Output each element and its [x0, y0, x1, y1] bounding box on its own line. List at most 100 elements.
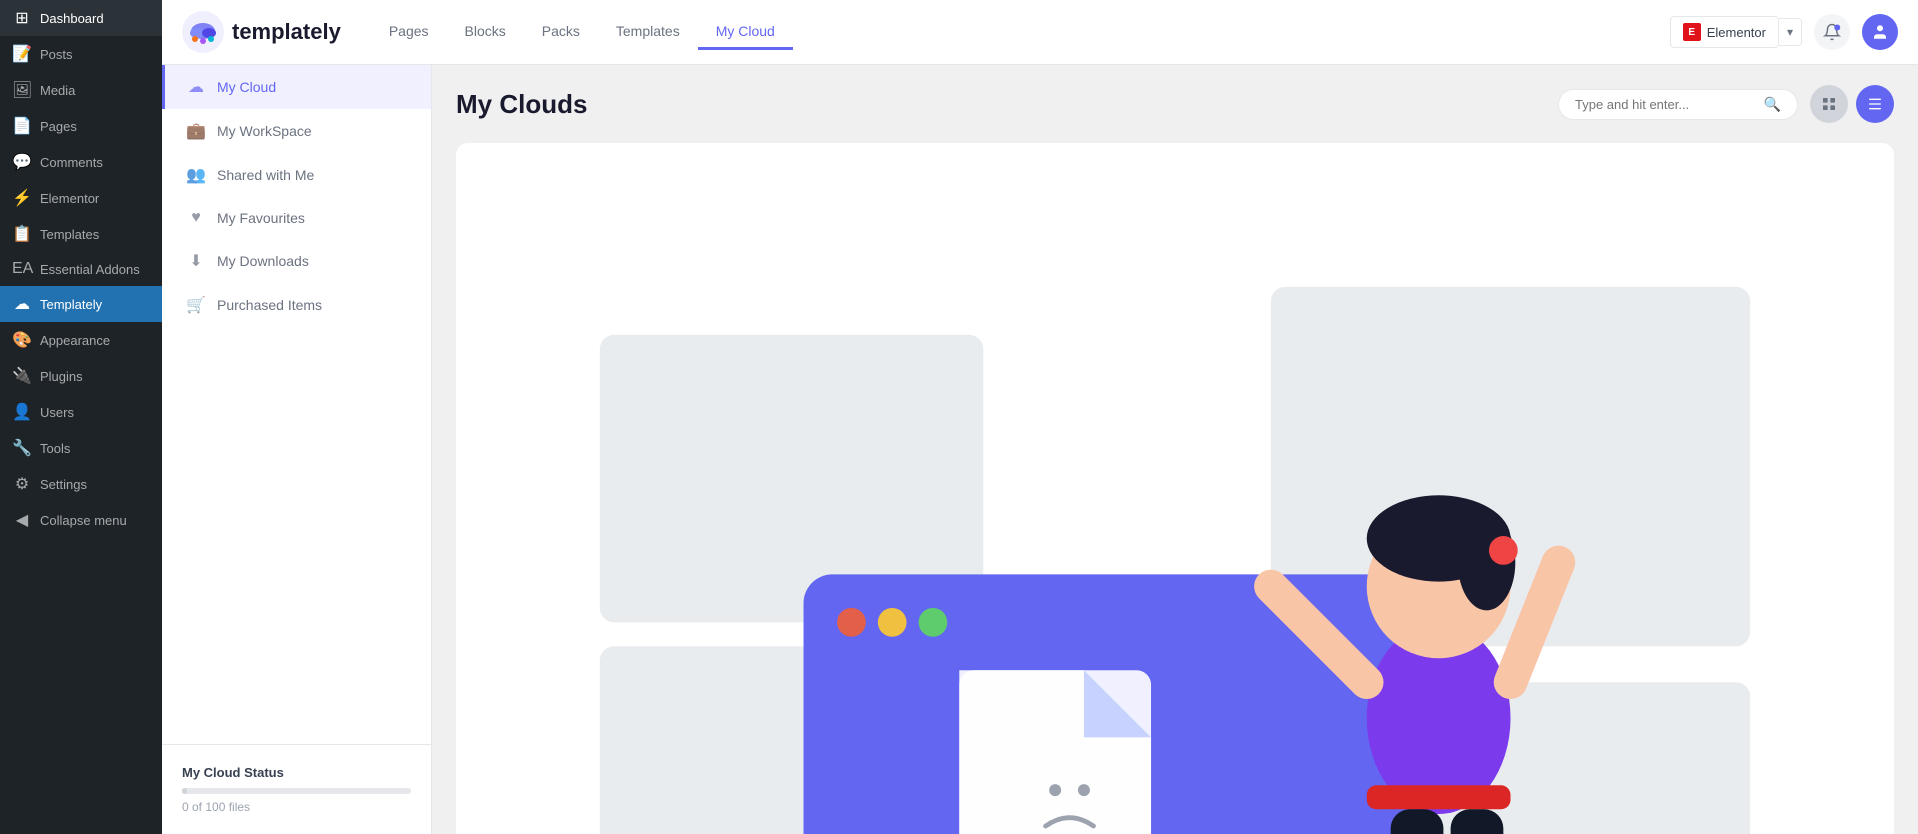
search-icon[interactable]: 🔍	[1764, 96, 1781, 113]
nav-link-my-cloud[interactable]: My Cloud	[698, 15, 793, 50]
templately-logo-icon	[182, 11, 224, 53]
elementor-dropdown-btn[interactable]: ▾	[1779, 18, 1802, 46]
wp-sidebar-icon: 🔌	[12, 366, 32, 386]
wp-sidebar-item-plugins[interactable]: 🔌 Plugins	[0, 358, 162, 394]
search-bar[interactable]: 🔍	[1558, 89, 1798, 120]
wp-sidebar-item-media[interactable]: 🖼 Media	[0, 72, 162, 108]
wp-sidebar-item-essential-addons[interactable]: EA Essential Addons	[0, 252, 162, 286]
wp-sidebar-item-users[interactable]: 👤 Users	[0, 394, 162, 430]
wp-sidebar-item-posts[interactable]: 📝Posts	[0, 36, 162, 72]
elementor-logo: E	[1683, 23, 1701, 41]
panel-controls: 🔍	[1558, 85, 1894, 123]
plugin-sidebar-icon: 💼	[185, 121, 207, 141]
user-icon	[1871, 23, 1889, 41]
wp-sidebar-label: Media	[40, 83, 75, 98]
cloud-status-text: 0 of 100 files	[182, 800, 411, 814]
wp-sidebar-item-tools[interactable]: 🔧 Tools	[0, 430, 162, 466]
wp-sidebar-label: Essential Addons	[40, 262, 140, 277]
plugin-sidebar-item-my-workspace[interactable]: 💼 My WorkSpace	[162, 109, 431, 153]
wp-sidebar-item-collapse-menu[interactable]: ◀ Collapse menu	[0, 502, 162, 538]
wp-sidebar-label: Dashboard	[40, 11, 104, 26]
plugin-sidebar-item-my-favourites[interactable]: ♥ My Favourites	[162, 197, 431, 239]
wp-sidebar-icon: ⚙	[12, 474, 32, 494]
wp-sidebar-icon: 👤	[12, 402, 32, 422]
view-toggle	[1810, 85, 1894, 123]
wp-sidebar-icon: 💬	[12, 152, 32, 172]
plugin-sidebar-item-shared-with-me[interactable]: 👥 Shared with Me	[162, 153, 431, 197]
grid-icon	[1821, 96, 1837, 112]
wp-sidebar-label: Appearance	[40, 333, 110, 348]
wp-sidebar-icon: ☁	[12, 294, 32, 314]
wp-sidebar-item-templately[interactable]: ☁ Templately	[0, 286, 162, 322]
top-nav: templately PagesBlocksPacksTemplatesMy C…	[162, 0, 1918, 65]
wp-sidebar-item-appearance[interactable]: 🎨 Appearance	[0, 322, 162, 358]
grid-view-btn[interactable]	[1810, 85, 1848, 123]
logo-area: templately	[182, 11, 341, 53]
elementor-label: Elementor	[1707, 25, 1766, 40]
plugin-sidebar-label: My Cloud	[217, 79, 276, 95]
wp-sidebar-item-comments[interactable]: 💬 Comments	[0, 144, 162, 180]
wp-sidebar-item-elementor[interactable]: ⚡ Elementor	[0, 180, 162, 216]
progress-bar-fill	[182, 788, 187, 794]
wp-admin-sidebar: ⊞ Dashboard 📝Posts 🖼 Media 📄 Pages 💬 Comments ⚡ El…	[0, 0, 162, 834]
wp-sidebar-icon: ⊞	[12, 8, 32, 28]
plugin-sidebar-label: My WorkSpace	[217, 123, 312, 139]
plugin-sidebar-label: My Favourites	[217, 210, 305, 226]
nav-link-packs[interactable]: Packs	[524, 15, 598, 50]
wp-sidebar-label: Templately	[40, 297, 102, 312]
list-icon	[1867, 96, 1883, 112]
cloud-status-section: My Cloud Status 0 of 100 files	[162, 744, 431, 834]
wp-sidebar-item-settings[interactable]: ⚙ Settings	[0, 466, 162, 502]
wp-sidebar-label: Templates	[40, 227, 99, 242]
wp-sidebar-icon: 🔧	[12, 438, 32, 458]
plugin-sidebar-item-purchased-items[interactable]: 🛒 Purchased Items	[162, 283, 431, 327]
plugin-sidebar-label: My Downloads	[217, 253, 309, 269]
wp-sidebar-label: Collapse menu	[40, 513, 127, 528]
wp-sidebar-icon: 🎨	[12, 330, 32, 350]
plugin-sidebar-icon: ☁	[185, 77, 207, 97]
plugin-sidebar-item-my-cloud[interactable]: ☁ My Cloud	[162, 65, 431, 109]
wp-sidebar-item-dashboard[interactable]: ⊞ Dashboard	[0, 0, 162, 36]
plugin-sidebar-icon: ♥	[185, 209, 207, 227]
plugin-sidebar-label: Shared with Me	[217, 167, 314, 183]
user-avatar[interactable]	[1862, 14, 1898, 50]
nav-link-blocks[interactable]: Blocks	[447, 15, 524, 50]
notification-btn[interactable]	[1814, 14, 1850, 50]
wp-sidebar-label: Pages	[40, 119, 77, 134]
progress-bar-bg	[182, 788, 411, 794]
nav-link-pages[interactable]: Pages	[371, 15, 447, 50]
main-panel: My Clouds 🔍	[432, 65, 1918, 834]
elementor-selector[interactable]: E Elementor ▾	[1670, 16, 1802, 48]
list-view-btn[interactable]	[1856, 85, 1894, 123]
panel-header: My Clouds 🔍	[456, 85, 1894, 123]
wp-sidebar-icon: ⚡	[12, 188, 32, 208]
elementor-button[interactable]: E Elementor	[1670, 16, 1779, 48]
nav-link-templates[interactable]: Templates	[598, 15, 698, 50]
wp-sidebar-item-templates[interactable]: 📋Templates	[0, 216, 162, 252]
plugin-sidebar-icon: 👥	[185, 165, 207, 185]
wp-sidebar-label: Settings	[40, 477, 87, 492]
plugin-sidebar-item-my-downloads[interactable]: ⬇ My Downloads	[162, 239, 431, 283]
wp-sidebar-item-pages[interactable]: 📄 Pages	[0, 108, 162, 144]
wp-sidebar-icon: ◀	[12, 510, 32, 530]
wp-sidebar-icon: 📝	[12, 44, 32, 64]
nav-links: PagesBlocksPacksTemplatesMy Cloud	[371, 15, 1670, 49]
wp-sidebar-label: Tools	[40, 441, 70, 456]
wp-sidebar-label: Comments	[40, 155, 103, 170]
cloud-status-title: My Cloud Status	[182, 765, 411, 780]
empty-state-card: Sorry, No Item	[456, 143, 1894, 834]
wp-sidebar-icon: 📄	[12, 116, 32, 136]
plugin-sidebar-label: Purchased Items	[217, 297, 322, 313]
main-area: templately PagesBlocksPacksTemplatesMy C…	[162, 0, 1918, 834]
plugin-sidebar-icon: ⬇	[185, 251, 207, 271]
wp-sidebar-icon: 🖼	[12, 80, 32, 100]
wp-sidebar-label: Plugins	[40, 369, 83, 384]
search-input[interactable]	[1575, 97, 1756, 112]
wp-sidebar-label: Users	[40, 405, 74, 420]
notification-icon	[1823, 23, 1841, 41]
content-area: ☁ My Cloud 💼 My WorkSpace 👥 Shared with Me ♥ My…	[162, 65, 1918, 834]
plugin-sidebar-icon: 🛒	[185, 295, 207, 315]
wp-sidebar-label: Elementor	[40, 191, 99, 206]
logo-text: templately	[232, 19, 341, 45]
wp-sidebar-icon: EA	[12, 260, 32, 278]
